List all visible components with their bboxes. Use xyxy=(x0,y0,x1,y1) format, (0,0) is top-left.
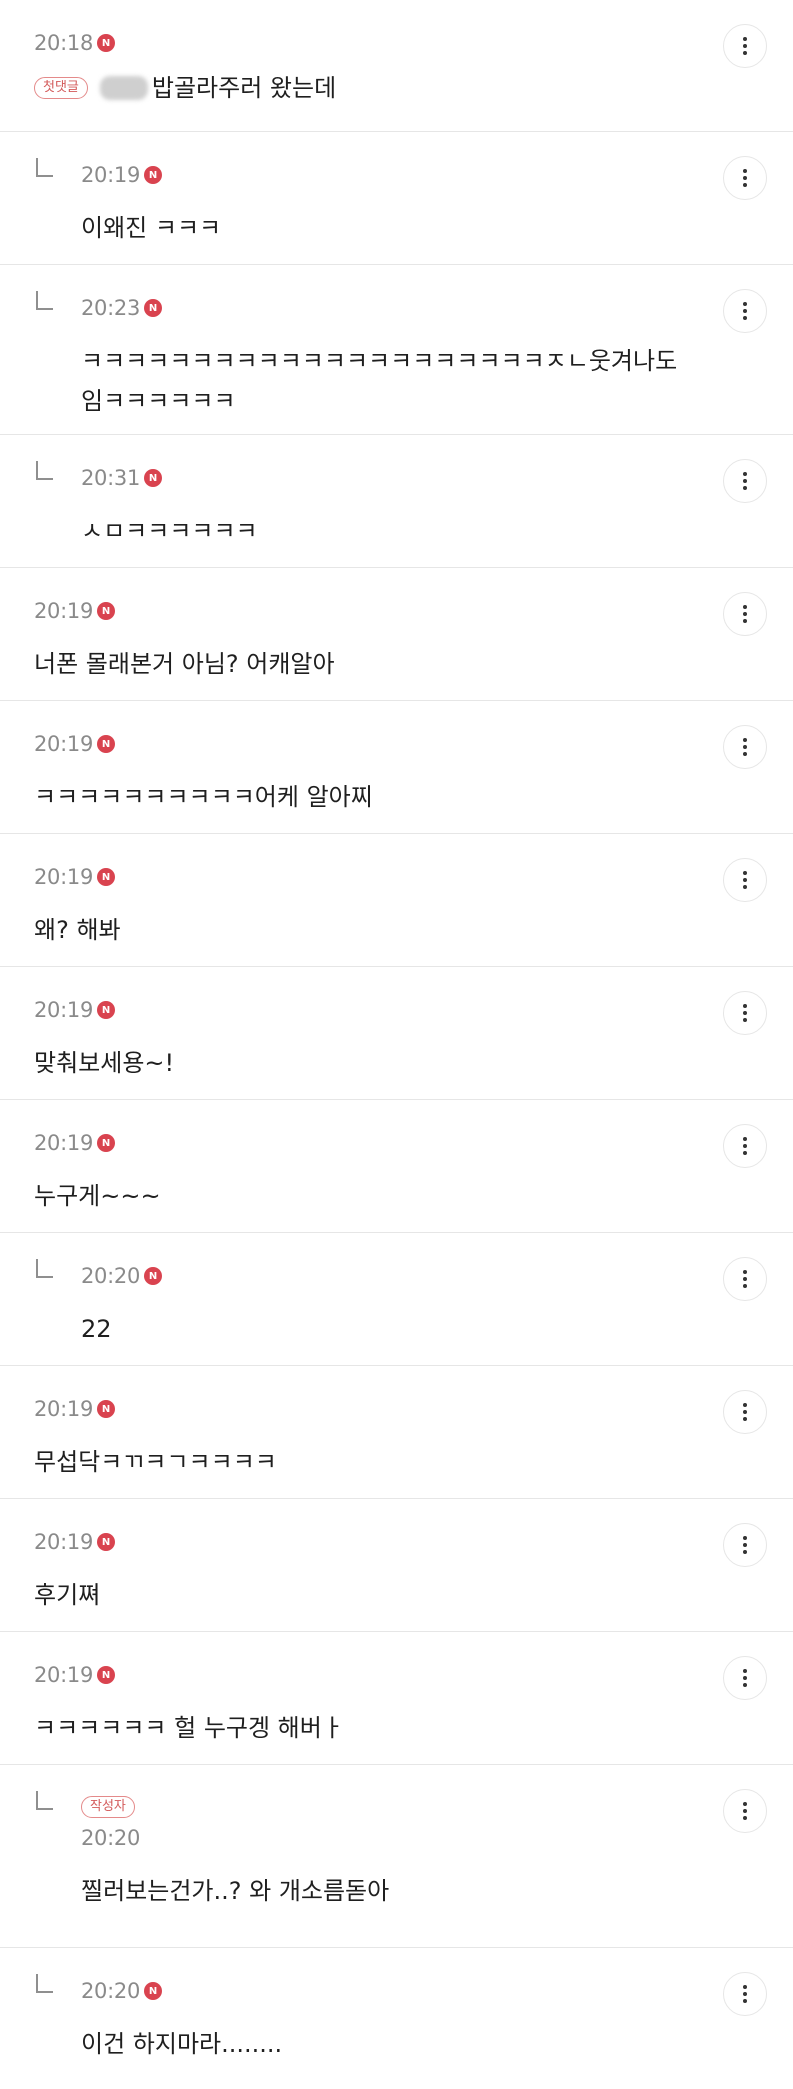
comment-time: 20:19 xyxy=(34,1663,94,1687)
comment-text: ㅅㅁㅋㅋㅋㅋㅋㅋ xyxy=(81,517,258,545)
comment-time: 20:20 xyxy=(81,1979,141,2003)
comment-time: 20:18 xyxy=(34,31,94,55)
more-options-button[interactable] xyxy=(723,858,767,902)
more-options-button[interactable] xyxy=(723,1390,767,1434)
new-badge: N xyxy=(97,1533,116,1551)
new-badge: N xyxy=(97,1666,116,1684)
more-options-button[interactable] xyxy=(723,156,767,200)
comment-text: 후기쪄 xyxy=(34,1581,101,1609)
comment-text: 이건 하지마라........ xyxy=(81,2030,283,2058)
comment-item: 20:20 N 22 xyxy=(0,1233,793,1366)
comment-time: 20:19 xyxy=(81,163,141,187)
comment-time: 20:19 xyxy=(34,1530,94,1554)
more-vertical-icon xyxy=(743,169,747,173)
comment-text: ㅋㅋㅋㅋㅋㅋㅋㅋㅋㅋㅋㅋㅋㅋㅋㅋㅋㅋㅋㅋㅋㅈㄴ웃겨나도임ㅋㅋㅋㅋㅋㅋ xyxy=(81,347,678,415)
more-options-button[interactable] xyxy=(723,1257,767,1301)
blurred-text xyxy=(99,76,148,100)
comment-item: 20:20 N 이건 하지마라........ xyxy=(0,1948,793,2089)
reply-arrow-icon xyxy=(36,461,53,480)
comment-item: 20:19 N 후기쪄 xyxy=(0,1499,793,1632)
more-options-button[interactable] xyxy=(723,592,767,636)
more-vertical-icon xyxy=(743,472,747,476)
more-vertical-icon xyxy=(743,302,747,306)
more-vertical-icon xyxy=(743,605,747,609)
new-badge: N xyxy=(144,299,163,317)
new-badge: N xyxy=(144,1982,163,2000)
comment-item: 20:19 N 무섭닥ㅋㄲㅋㄱㅋㅋㅋㅋ xyxy=(0,1366,793,1499)
comment-item: 20:19 N 너폰 몰래본거 아님? 어캐알아 xyxy=(0,568,793,701)
more-options-button[interactable] xyxy=(723,1656,767,1700)
comment-item: 20:18 N 첫댓글 밥골라주러 왔는데 xyxy=(0,0,793,132)
comment-text: 무섭닥ㅋㄲㅋㄱㅋㅋㅋㅋ xyxy=(34,1448,277,1476)
reply-arrow-icon xyxy=(36,1791,53,1810)
more-options-button[interactable] xyxy=(723,1124,767,1168)
comment-text: 22 xyxy=(81,1315,112,1343)
reply-arrow-icon xyxy=(36,1974,53,1993)
comment-item: 20:19 N ㅋㅋㅋㅋㅋㅋㅋㅋㅋㅋ어케 알아찌 xyxy=(0,701,793,834)
more-options-button[interactable] xyxy=(723,289,767,333)
more-options-button[interactable] xyxy=(723,1789,767,1833)
comment-text: 이왜진 ㅋㅋㅋ xyxy=(81,214,222,242)
comment-item: 20:31 N ㅅㅁㅋㅋㅋㅋㅋㅋ xyxy=(0,435,793,568)
more-options-button[interactable] xyxy=(723,725,767,769)
more-vertical-icon xyxy=(743,37,747,41)
comment-time: 20:19 xyxy=(34,1131,94,1155)
comment-item: 20:19 N 이왜진 ㅋㅋㅋ xyxy=(0,132,793,265)
more-options-button[interactable] xyxy=(723,1523,767,1567)
more-vertical-icon xyxy=(743,1536,747,1540)
more-vertical-icon xyxy=(743,1669,747,1673)
more-options-button[interactable] xyxy=(723,991,767,1035)
comment-text: ㅋㅋㅋㅋㅋㅋㅋㅋㅋㅋ어케 알아찌 xyxy=(34,783,373,811)
comment-item: 20:19 N 누구게~~~ xyxy=(0,1100,793,1233)
new-badge: N xyxy=(97,1001,116,1019)
comment-time: 20:19 xyxy=(34,599,94,623)
comment-time: 20:19 xyxy=(34,998,94,1022)
more-vertical-icon xyxy=(743,738,747,742)
more-vertical-icon xyxy=(743,871,747,875)
comment-item: 20:19 N 맞춰보세용~! xyxy=(0,967,793,1100)
more-options-button[interactable] xyxy=(723,459,767,503)
comment-time: 20:19 xyxy=(34,865,94,889)
new-badge: N xyxy=(97,602,116,620)
first-comment-tag: 첫댓글 xyxy=(34,77,88,99)
comment-text: 찔러보는건가..? 와 개소름돋아 xyxy=(81,1877,390,1905)
author-tag: 작성자 xyxy=(81,1796,135,1818)
comment-text: 누구게~~~ xyxy=(34,1182,161,1210)
comment-item: 20:19 N 왜? 해봐 xyxy=(0,834,793,967)
comment-item: 20:23 N ㅋㅋㅋㅋㅋㅋㅋㅋㅋㅋㅋㅋㅋㅋㅋㅋㅋㅋㅋㅋㅋㅈㄴ웃겨나도임ㅋㅋㅋㅋ… xyxy=(0,265,793,435)
comment-text: 너폰 몰래본거 아님? 어캐알아 xyxy=(34,650,335,678)
comment-item: 작성자 20:20 찔러보는건가..? 와 개소름돋아 xyxy=(0,1765,793,1948)
comment-text: ㅋㅋㅋㅋㅋㅋ 헐 누구겡 해버ㅏ xyxy=(34,1714,344,1742)
more-options-button[interactable] xyxy=(723,24,767,68)
more-vertical-icon xyxy=(743,1004,747,1008)
comment-text: 맞춰보세용~! xyxy=(34,1049,175,1077)
more-vertical-icon xyxy=(743,1802,747,1806)
comment-time: 20:20 xyxy=(81,1264,141,1288)
reply-arrow-icon xyxy=(36,291,53,310)
new-badge: N xyxy=(144,166,163,184)
new-badge: N xyxy=(97,735,116,753)
new-badge: N xyxy=(97,868,116,886)
comment-text: 왜? 해봐 xyxy=(34,916,121,944)
more-vertical-icon xyxy=(743,1270,747,1274)
reply-arrow-icon xyxy=(36,158,53,177)
more-vertical-icon xyxy=(743,1985,747,1989)
comment-text: 밥골라주러 왔는데 xyxy=(151,74,337,102)
new-badge: N xyxy=(97,34,116,52)
new-badge: N xyxy=(97,1134,116,1152)
comment-time: 20:23 xyxy=(81,296,141,320)
comment-time: 20:31 xyxy=(81,466,141,490)
reply-arrow-icon xyxy=(36,1259,53,1278)
more-vertical-icon xyxy=(743,1137,747,1141)
new-badge: N xyxy=(144,469,163,487)
comment-time: 20:19 xyxy=(34,1397,94,1421)
more-options-button[interactable] xyxy=(723,1972,767,2016)
more-vertical-icon xyxy=(743,1403,747,1407)
new-badge: N xyxy=(97,1400,116,1418)
new-badge: N xyxy=(144,1267,163,1285)
comment-time: 20:20 xyxy=(81,1826,141,1850)
comment-list: 20:18 N 첫댓글 밥골라주러 왔는데 20:19 N 이왜진 ㅋㅋㅋ 20… xyxy=(0,0,793,2089)
comment-time: 20:19 xyxy=(34,732,94,756)
comment-item: 20:19 N ㅋㅋㅋㅋㅋㅋ 헐 누구겡 해버ㅏ xyxy=(0,1632,793,1765)
